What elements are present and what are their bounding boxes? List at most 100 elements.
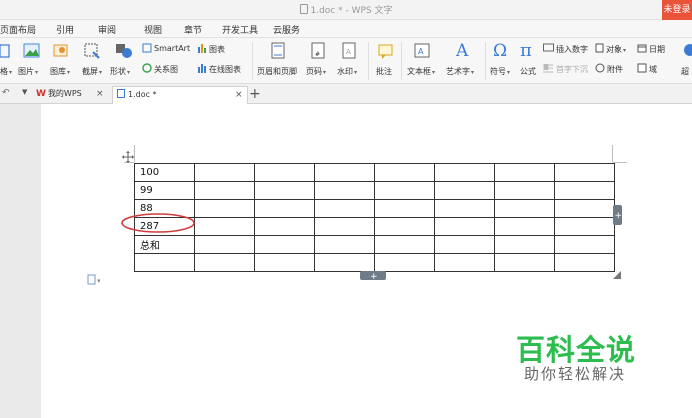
table-cell[interactable] [494, 217, 555, 236]
menu-developer[interactable]: 开发工具 [222, 23, 258, 36]
table-icon [0, 44, 10, 58]
ribbon-watermark[interactable]: 水印▾ [337, 66, 357, 77]
table-cell[interactable] [434, 163, 495, 182]
ribbon-shapes[interactable]: 形状▾ [110, 66, 130, 77]
table-cell[interactable]: 总和 [134, 235, 195, 254]
table-cell[interactable] [434, 181, 495, 200]
menu-review[interactable]: 审阅 [98, 23, 116, 36]
table-cell[interactable] [554, 253, 615, 272]
table-cell[interactable] [494, 199, 555, 218]
table-cell[interactable] [314, 235, 375, 254]
ribbon-page-number[interactable]: 页码▾ [306, 66, 326, 77]
close-icon[interactable]: × [96, 86, 104, 102]
menu-page-layout[interactable]: 页面布局 [0, 23, 36, 36]
ribbon-chart[interactable]: 图表 [209, 44, 225, 55]
ribbon-comment[interactable]: 批注 [376, 66, 392, 77]
table-cell[interactable] [434, 235, 495, 254]
table-cell[interactable] [314, 199, 375, 218]
table-cell[interactable] [194, 217, 255, 236]
table-cell[interactable] [554, 181, 615, 200]
table-cell[interactable] [494, 253, 555, 272]
ribbon-smartart[interactable]: SmartArt [154, 44, 190, 53]
table-cell[interactable]: 100 [134, 163, 195, 182]
ribbon-header-footer[interactable]: 页眉和页脚 [257, 66, 297, 77]
table-cell[interactable] [494, 163, 555, 182]
table-cell[interactable] [374, 253, 435, 272]
table-cell[interactable] [374, 163, 435, 182]
table-cell[interactable] [314, 253, 375, 272]
ribbon-date[interactable]: 日期 [649, 44, 665, 55]
table-cell[interactable] [194, 253, 255, 272]
ribbon-online-chart[interactable]: 在线图表 [209, 64, 241, 75]
ribbon-textbox[interactable]: 文本框▾ [407, 66, 435, 77]
table-cell[interactable] [254, 253, 315, 272]
table-cell[interactable] [434, 217, 495, 236]
table-row: 287 [134, 217, 615, 236]
relation-chart-icon [142, 63, 152, 73]
ribbon-screenshot[interactable]: 截屏▾ [82, 66, 102, 77]
ribbon-table[interactable]: 格▾ [0, 66, 12, 77]
ribbon-object[interactable]: 对象▾ [606, 44, 626, 55]
login-button[interactable]: 未登录 [662, 0, 692, 20]
ribbon-hyperlink[interactable]: 超 [681, 66, 689, 77]
add-column-handle-icon[interactable]: + [613, 205, 622, 225]
tab-document[interactable]: 1.doc * × [112, 86, 248, 104]
table-cell[interactable] [554, 199, 615, 218]
comment-icon [378, 44, 393, 59]
menu-view[interactable]: 视图 [144, 23, 162, 36]
close-icon[interactable]: × [235, 87, 243, 103]
table-cell[interactable] [554, 217, 615, 236]
table-cell[interactable] [314, 217, 375, 236]
table-cell[interactable] [374, 181, 435, 200]
table-cell[interactable] [494, 235, 555, 254]
table-cell[interactable] [554, 235, 615, 254]
table-cell[interactable] [434, 199, 495, 218]
table-cell[interactable] [194, 235, 255, 254]
ribbon-insert-number[interactable]: 插入数字 [556, 44, 588, 55]
table-cell[interactable] [314, 181, 375, 200]
ribbon-gallery[interactable]: 图库▾ [50, 66, 70, 77]
back-arrow-icon[interactable]: ↶ [2, 88, 10, 98]
table-cell[interactable] [254, 181, 315, 200]
menu-chapter[interactable]: 章节 [184, 23, 202, 36]
table-cell[interactable] [134, 253, 195, 272]
table-cell[interactable] [254, 217, 315, 236]
tab-list-dropdown-icon[interactable]: ▼ [22, 88, 27, 96]
table-cell[interactable] [254, 235, 315, 254]
ribbon-relation-chart[interactable]: 关系图 [154, 64, 178, 75]
paragraph-layout-icon[interactable]: ▾ [87, 274, 105, 286]
ribbon-formula[interactable]: 公式 [520, 66, 536, 77]
table-cell[interactable] [374, 235, 435, 254]
data-table[interactable]: 100 99 88 287 总和 [134, 163, 615, 272]
ribbon-field[interactable]: 域 [649, 64, 657, 75]
table-cell[interactable] [374, 217, 435, 236]
crop-mark [613, 162, 627, 163]
ribbon-drop-cap[interactable]: 首字下沉 [556, 64, 588, 75]
table-cell[interactable] [314, 163, 375, 182]
table-cell[interactable] [374, 199, 435, 218]
table-cell[interactable] [254, 163, 315, 182]
table-cell[interactable] [194, 181, 255, 200]
new-tab-icon[interactable]: + [249, 86, 261, 102]
ribbon-picture[interactable]: 图片▾ [18, 66, 38, 77]
menu-cloud[interactable]: 云服务 [273, 23, 300, 36]
table-cell[interactable] [434, 253, 495, 272]
menu-references[interactable]: 引用 [56, 23, 74, 36]
watermark-subtitle: 助你轻松解决 [524, 365, 627, 383]
ribbon-attachment[interactable]: 附件 [607, 64, 623, 75]
table-cell[interactable] [494, 181, 555, 200]
ribbon-wordart[interactable]: 艺术字▾ [446, 66, 474, 77]
table-move-handle-icon[interactable] [122, 151, 134, 163]
picture-icon [23, 43, 40, 58]
ribbon-symbol[interactable]: 符号▾ [490, 66, 510, 77]
add-row-handle-icon[interactable]: + [360, 271, 386, 280]
table-resize-handle-icon[interactable] [613, 271, 621, 279]
table-cell[interactable]: 99 [134, 181, 195, 200]
tab-my-wps[interactable]: W 我的WPS × [36, 86, 110, 104]
chart-icon [198, 44, 206, 53]
ribbon-separator [368, 42, 369, 80]
table-cell[interactable] [194, 199, 255, 218]
table-cell[interactable] [554, 163, 615, 182]
table-cell[interactable] [194, 163, 255, 182]
table-cell[interactable] [254, 199, 315, 218]
